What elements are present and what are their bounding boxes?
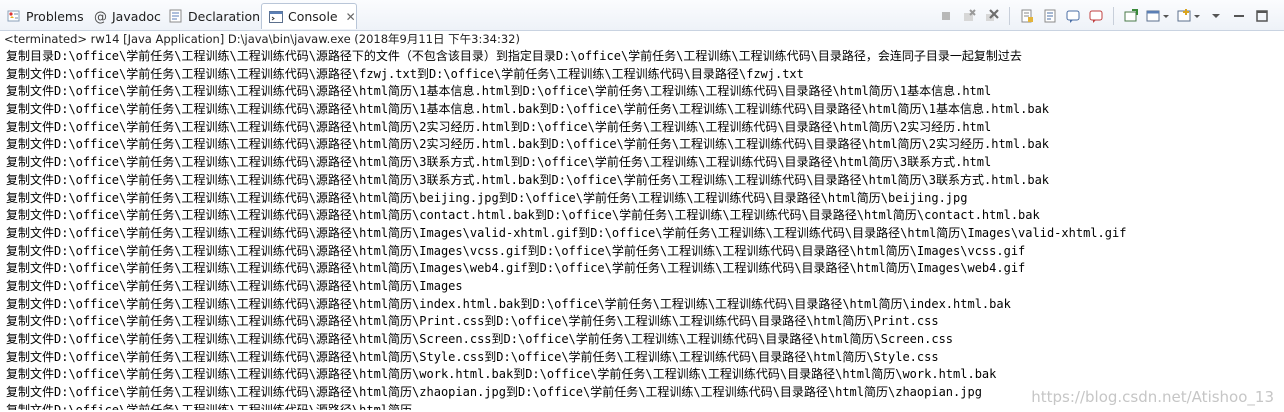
close-icon[interactable]: ✕	[346, 10, 356, 24]
toolbar-separator	[1009, 7, 1010, 25]
tab-console[interactable]: Console ✕	[261, 3, 357, 29]
tab-label: Javadoc	[112, 8, 161, 24]
console-line: 复制文件D:\office\学前任务\工程训练\工程训练代码\源路径\html简…	[6, 332, 954, 346]
console-line: 复制文件D:\office\学前任务\工程训练\工程训练代码\源路径\html简…	[6, 296, 1011, 311]
toolbar-separator	[1113, 7, 1114, 25]
console-line: 复制文件D:\office\学前任务\工程训练\工程训练代码\源路径\html简…	[6, 172, 1050, 187]
console-line: 复制目录D:\office\学前任务\工程训练\工程训练代码\源路径下的文件（不…	[6, 49, 1022, 63]
maximize-icon[interactable]	[1252, 6, 1272, 26]
tab-problems[interactable]: Problems	[0, 3, 84, 29]
terminate-icon[interactable]	[936, 6, 956, 26]
show-on-stdout-icon[interactable]	[1063, 6, 1083, 26]
console-icon	[268, 9, 284, 25]
console-line: 复制文件D:\office\学前任务\工程训练\工程训练代码\源路径\html简…	[6, 349, 939, 364]
console-output[interactable]: 复制目录D:\office\学前任务\工程训练\工程训练代码\源路径下的文件（不…	[6, 48, 1280, 410]
console-line: 复制文件D:\office\学前任务\工程训练\工程训练代码\源路径\html简…	[6, 243, 1026, 258]
console-line: 复制文件D:\office\学前任务\工程训练\工程训练代码\源路径\html简…	[6, 190, 968, 205]
console-line: 复制文件D:\office\学前任务\工程训练\工程训练代码\源路径\html简…	[6, 84, 992, 99]
console-line: 复制文件D:\office\学前任务\工程训练\工程训练代码\源路径\html简…	[6, 278, 463, 293]
display-selected-console-icon[interactable]	[1144, 6, 1172, 26]
tab-label: Console	[288, 9, 338, 24]
tab-javadoc[interactable]: @ Javadoc	[86, 3, 161, 29]
open-console-icon[interactable]	[1175, 6, 1203, 26]
console-status: <terminated> rw14 [Java Application] D:\…	[4, 32, 520, 46]
problems-icon	[6, 8, 22, 24]
console-line: 复制文件D:\office\学前任务\工程训练\工程训练代码\源路径\html简…	[6, 261, 1026, 276]
word-wrap-icon[interactable]	[1040, 6, 1060, 26]
console-line: 复制文件D:\office\学前任务\工程训练\工程训练代码\源路径\html简…	[6, 102, 1050, 117]
pin-console-icon[interactable]	[1121, 6, 1141, 26]
console-line: 复制文件D:\office\学前任务\工程训练\工程训练代码\源路径\html简…	[6, 155, 992, 170]
console-line: 复制文件D:\office\学前任务\工程训练\工程训练代码\源路径\html简…	[6, 208, 1040, 223]
remove-all-terminated-icon[interactable]	[982, 6, 1002, 26]
declaration-icon	[168, 8, 184, 24]
minimize-icon[interactable]	[1229, 6, 1249, 26]
svg-text:@: @	[94, 10, 107, 24]
at-icon: @	[92, 8, 108, 25]
view-menu-icon[interactable]	[1206, 6, 1226, 26]
console-line: 复制文件D:\office\学前任务\工程训练\工程训练代码\源路径\html简…	[6, 225, 1127, 240]
console-line: 复制文件D:\office\学前任务\工程训练\工程训练代码\源路径\html简…	[6, 367, 997, 382]
view-tab-bar: Problems @ Javadoc Declaration Console ✕	[0, 0, 1284, 31]
tab-declaration[interactable]: Declaration	[162, 3, 260, 29]
show-on-stderr-icon[interactable]	[1086, 6, 1106, 26]
console-line: 复制文件D:\office\学前任务\工程训练\工程训练代码\源路径\html简…	[6, 137, 1050, 152]
scroll-lock-icon[interactable]	[1017, 6, 1037, 26]
remove-launch-icon[interactable]	[959, 6, 979, 26]
tab-label: Declaration	[188, 8, 261, 24]
console-toolbar	[936, 5, 1272, 27]
console-line: 复制文件D:\office\学前任务\工程训练\工程训练代码\源路径\html简…	[6, 119, 992, 134]
tab-label: Problems	[26, 8, 84, 24]
watermark: https://blog.csdn.net/Atishoo_13	[1031, 388, 1274, 406]
console-line: 复制文件D:\office\学前任务\工程训练\工程训练代码\源路径\html简…	[6, 314, 939, 329]
console-line: 复制文件D:\office\学前任务\工程训练\工程训练代码\源路径\fzwj.…	[6, 66, 804, 81]
